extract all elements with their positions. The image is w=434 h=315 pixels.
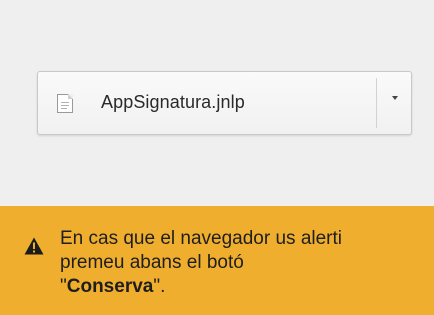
warning-line-3: "Conserva".	[60, 275, 434, 299]
conserva-button-name: Conserva	[66, 276, 154, 297]
chevron-down-icon	[392, 96, 398, 100]
download-item-open[interactable]: AppSignatura.jnlp	[38, 72, 376, 134]
download-item[interactable]: AppSignatura.jnlp	[37, 71, 412, 135]
warning-panel: En cas que el navegador us alerti premeu…	[0, 206, 434, 315]
warning-line-1: En cas que el navegador us alerti	[60, 228, 343, 249]
download-menu-button[interactable]	[377, 72, 411, 134]
warning-triangle-icon	[24, 237, 44, 255]
document-icon	[57, 94, 73, 113]
quote-close: ".	[153, 276, 166, 297]
warning-message: En cas que el navegador us alerti premeu…	[60, 227, 434, 299]
quote-open: "	[60, 276, 67, 297]
warning-line-2: premeu abans el botó	[60, 252, 244, 273]
downloads-area: AppSignatura.jnlp	[0, 0, 434, 206]
download-file-name: AppSignatura.jnlp	[101, 92, 245, 112]
